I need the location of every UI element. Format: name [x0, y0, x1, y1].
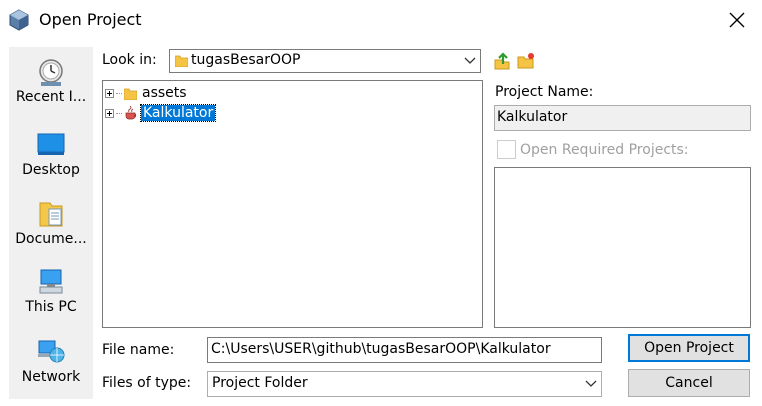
- files-of-type-dropdown[interactable]: Project Folder: [207, 371, 602, 397]
- place-recent-items[interactable]: Recent I...: [9, 57, 93, 105]
- up-one-level-icon[interactable]: [493, 52, 511, 70]
- expand-toggle[interactable]: [105, 88, 114, 98]
- place-network[interactable]: Network: [9, 337, 93, 385]
- required-projects-list[interactable]: [494, 167, 751, 328]
- network-icon: [38, 340, 65, 363]
- recent-items-icon: [39, 59, 63, 86]
- dropdown-arrow[interactable]: [462, 52, 478, 70]
- files-of-type-label: Files of type:: [102, 375, 192, 391]
- chevron-down-icon: [464, 57, 476, 64]
- expand-toggle[interactable]: [105, 108, 114, 118]
- dropdown-arrow[interactable]: [583, 375, 599, 393]
- close-icon: [729, 12, 745, 28]
- java-project-icon: [125, 106, 137, 120]
- folder-icon: [124, 88, 137, 100]
- open-project-button[interactable]: Open Project: [628, 334, 750, 362]
- place-desktop[interactable]: Desktop: [9, 130, 93, 178]
- place-this-pc[interactable]: This PC: [9, 267, 93, 315]
- documents-icon: [39, 202, 63, 227]
- new-folder-icon[interactable]: [517, 52, 535, 70]
- place-label: Recent I...: [15, 89, 87, 105]
- chevron-down-icon: [585, 380, 597, 387]
- window-title: Open Project: [39, 10, 142, 29]
- tree-connector: [116, 92, 122, 94]
- desktop-icon: [37, 133, 65, 155]
- place-label: Desktop: [22, 162, 80, 178]
- look-in-value: tugasBesarOOP: [191, 52, 301, 68]
- tree-connector: [116, 112, 122, 114]
- folder-icon: [175, 55, 188, 67]
- close-button[interactable]: [716, 4, 758, 36]
- project-name-field: Kalkulator: [494, 105, 751, 131]
- cancel-button[interactable]: Cancel: [628, 369, 750, 397]
- tree-item-assets[interactable]: assets: [105, 83, 189, 103]
- file-name-label: File name:: [102, 342, 175, 358]
- app-cube-icon: [9, 9, 29, 31]
- place-label: Network: [21, 369, 81, 385]
- places-bar: Recent I... Desktop Docume... This PC Ne…: [9, 47, 93, 399]
- place-label: This PC: [25, 299, 77, 315]
- files-of-type-value: Project Folder: [212, 375, 308, 391]
- place-label: Docume...: [15, 231, 87, 247]
- tree-item-label: assets: [142, 85, 187, 101]
- title-bar: Open Project: [0, 0, 762, 40]
- project-name-label: Project Name:: [495, 84, 594, 100]
- tree-item-label: Kalkulator: [139, 104, 217, 122]
- look-in-label: Look in:: [102, 52, 157, 68]
- project-tree[interactable]: assets Kalkulator: [102, 80, 483, 328]
- open-required-projects-label: Open Required Projects:: [520, 142, 689, 158]
- look-in-dropdown[interactable]: tugasBesarOOP: [169, 49, 481, 73]
- place-documents[interactable]: Docume...: [9, 199, 93, 247]
- this-pc-icon: [39, 269, 63, 294]
- open-required-projects-checkbox[interactable]: [497, 140, 516, 159]
- tree-item-kalkulator[interactable]: Kalkulator: [105, 103, 217, 123]
- file-name-input[interactable]: C:\Users\USER\github\tugasBesarOOP\Kalku…: [207, 337, 602, 363]
